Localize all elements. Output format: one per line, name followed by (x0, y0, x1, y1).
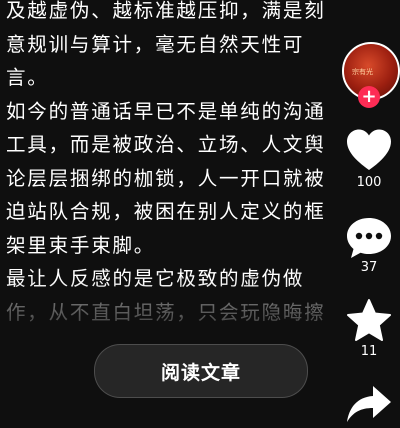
read-article-button[interactable]: 阅读文章 (94, 344, 308, 398)
like-button[interactable] (345, 128, 393, 176)
article-line: 如今的普通话早已不是单纯的沟通 (6, 99, 326, 123)
article-line: 最让人反感的是它极致的虚伪做 (6, 267, 305, 290)
article-line: 意规训与算计，毫无自然天性可 (6, 32, 305, 56)
action-sidebar: 宗有光 + 100 37 11 (342, 0, 400, 422)
article-line: 架里束手束脚。 (6, 233, 156, 257)
comment-icon (347, 218, 391, 258)
share-button[interactable] (345, 384, 393, 428)
article-text: 及越虚伪、越标准越压抑，满是刻 意规训与算计，毫无自然天性可 言。 如今的普通话… (6, 0, 346, 329)
share-icon (347, 386, 391, 422)
article-line: 迫站队合规，被困在别人定义的框 (6, 200, 326, 223)
article-line: 工具，而是被政治、立场、人文舆 (6, 133, 326, 156)
favorite-button[interactable] (345, 298, 393, 346)
star-icon (347, 299, 391, 341)
comment-count: 37 (360, 260, 378, 275)
article-line: 及越虚伪、越标准越压抑，满是刻 (6, 0, 326, 22)
like-count: 100 (356, 175, 382, 190)
article-line: 作，从不直白坦荡，只会玩隐晦擦 (6, 300, 326, 324)
article-line: 言。 (6, 66, 49, 89)
follow-button[interactable]: + (358, 86, 380, 108)
heart-icon (347, 129, 391, 170)
comment-button[interactable] (345, 216, 393, 264)
avatar-text: 宗有光 (352, 68, 373, 76)
favorite-count: 11 (360, 344, 378, 359)
article-line: 论层层捆绑的枷锁，人一开口就被 (6, 166, 326, 190)
